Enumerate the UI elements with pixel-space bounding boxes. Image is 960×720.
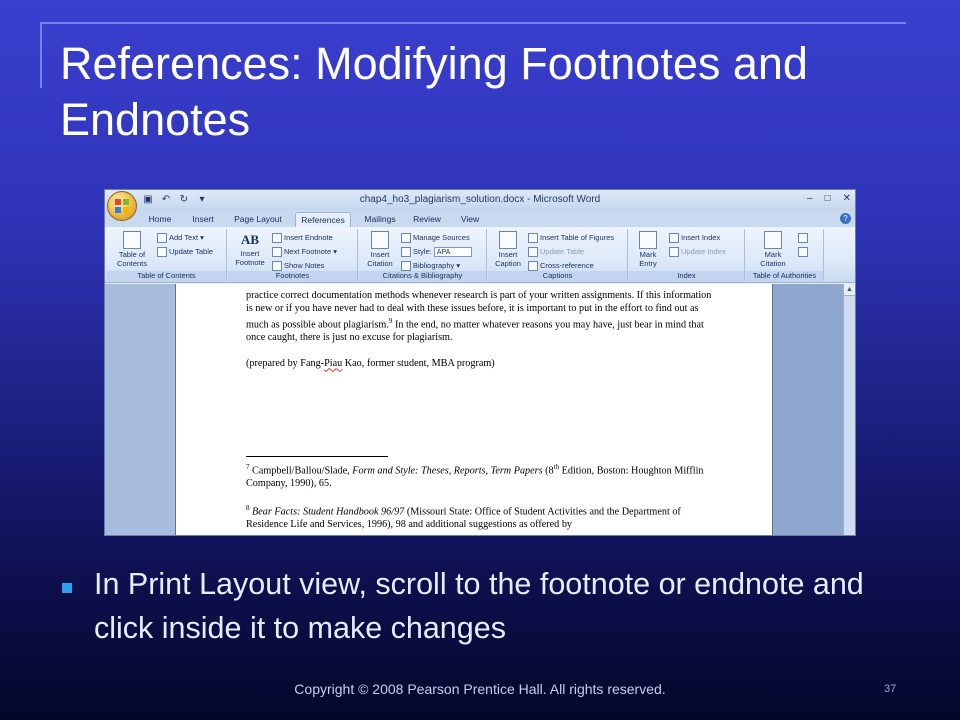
group-table-of-contents: Table of Contents Add Text ▾ Update Tabl… — [107, 229, 227, 281]
manage-sources-button[interactable]: Manage Sources — [401, 233, 470, 244]
group-label-captions: Captions — [488, 271, 627, 281]
bullet-marker — [62, 583, 72, 593]
scroll-up-icon[interactable]: ▲ — [844, 284, 855, 296]
office-logo-icon — [115, 199, 129, 213]
add-text-button[interactable]: Add Text ▾ — [157, 233, 204, 244]
group-label-footnotes: Footnotes — [228, 271, 357, 281]
style-selector[interactable]: Style: APA — [401, 247, 472, 258]
title-frame-left-line — [40, 22, 42, 88]
update-index-button[interactable]: Update Index — [669, 247, 726, 258]
next-footnote-icon — [272, 247, 282, 258]
title-frame-top-line — [40, 22, 906, 24]
slide-title: References: Modifying Footnotes and Endn… — [60, 38, 808, 145]
word-title-bar: ▣ ↶ ↻ ▾ chap4_ho3_plagiarism_solution.do… — [105, 190, 855, 210]
style-icon — [401, 247, 411, 258]
show-notes-button[interactable]: Show Notes — [272, 261, 324, 272]
slide-number: 37 — [884, 683, 897, 695]
document-page[interactable]: practice correct documentation methods w… — [175, 284, 773, 535]
insert-toa-icon — [798, 233, 808, 244]
mark-citation-icon — [764, 231, 782, 249]
insert-caption-icon — [499, 231, 517, 249]
minimize-icon[interactable]: – — [807, 193, 813, 204]
vertical-scrollbar[interactable]: ▲ — [843, 284, 855, 535]
group-label-authorities: Table of Authorities — [746, 271, 823, 281]
insert-endnote-icon — [272, 233, 282, 244]
tab-insert[interactable]: Insert — [187, 212, 219, 227]
cross-reference-button[interactable]: Cross-reference — [528, 261, 594, 272]
insert-endnote-button[interactable]: Insert Endnote — [272, 233, 333, 244]
maximize-icon[interactable]: □ — [825, 193, 831, 204]
insert-caption-button[interactable]: Insert Caption — [490, 231, 526, 268]
next-footnote-button[interactable]: Next Footnote ▾ — [272, 247, 337, 258]
toc-icon — [123, 231, 141, 249]
group-captions: Insert Caption Insert Table of Figures U… — [488, 229, 628, 281]
window-controls: – □ ✕ — [807, 193, 851, 204]
ribbon-tab-bar: Home Insert Page Layout References Maili… — [105, 210, 855, 227]
tab-review[interactable]: Review — [411, 212, 443, 227]
update-table-figures-button[interactable]: Update Table — [528, 247, 584, 258]
group-citations: Insert Citation Manage Sources Style: AP… — [359, 229, 487, 281]
group-table-of-authorities: Mark Citation Table of Authorities — [746, 229, 824, 281]
update-index-icon — [669, 247, 679, 258]
slide-footer: Copyright © 2008 Pearson Prentice Hall. … — [294, 681, 666, 697]
update-table-figures-icon — [528, 247, 538, 258]
window-title: chap4_ho3_plagiarism_solution.docx - Mic… — [359, 194, 601, 205]
insert-citation-button[interactable]: Insert Citation — [361, 231, 399, 268]
bibliography-icon — [401, 261, 411, 272]
footnote-separator — [246, 456, 388, 457]
tab-page-layout[interactable]: Page Layout — [229, 212, 287, 227]
word-screenshot: ▣ ↶ ↻ ▾ chap4_ho3_plagiarism_solution.do… — [104, 189, 856, 536]
bullet-text: In Print Layout view, scroll to the foot… — [94, 567, 864, 645]
document-area: practice correct documentation methods w… — [105, 284, 855, 535]
cross-reference-icon — [528, 261, 538, 272]
bibliography-button[interactable]: Bibliography ▾ — [401, 261, 460, 272]
add-text-icon — [157, 233, 167, 244]
insert-index-icon — [669, 233, 679, 244]
document-body[interactable]: practice correct documentation methods w… — [246, 289, 716, 383]
footnote-8[interactable]: 8 Bear Facts: Student Handbook 96/97 (Mi… — [246, 502, 716, 531]
mark-citation-button[interactable]: Mark Citation — [754, 231, 792, 268]
tab-references[interactable]: References — [295, 212, 351, 227]
footnote-ab-icon: AB — [240, 232, 260, 247]
group-footnotes: AB Insert Footnote Insert Endnote Next F… — [228, 229, 358, 281]
manage-sources-icon — [401, 233, 411, 244]
help-icon[interactable]: ? — [840, 213, 851, 224]
group-label-index: Index — [629, 271, 744, 281]
update-table-button[interactable]: Update Table — [157, 247, 213, 258]
insert-table-of-figures-button[interactable]: Insert Table of Figures — [528, 233, 614, 244]
update-toa-icon — [798, 247, 808, 258]
show-notes-icon — [272, 261, 282, 272]
mark-entry-icon — [639, 231, 657, 249]
tab-view[interactable]: View — [457, 212, 483, 227]
style-dropdown[interactable]: APA — [433, 247, 472, 258]
mark-entry-button[interactable]: Mark Entry — [631, 231, 665, 268]
group-label-citations: Citations & Bibliography — [359, 271, 486, 281]
insert-index-button[interactable]: Insert Index — [669, 233, 720, 244]
footnote-7[interactable]: 7 Campbell/Ballou/Slade, Form and Style:… — [246, 461, 716, 490]
update-table-icon — [157, 247, 167, 258]
ribbon: Table of Contents Add Text ▾ Update Tabl… — [105, 227, 855, 283]
insert-citation-icon — [371, 231, 389, 249]
document-margin-area — [105, 284, 175, 535]
insert-footnote-button[interactable]: AB Insert Footnote — [230, 231, 270, 267]
update-table-of-authorities-button[interactable] — [798, 247, 810, 258]
tab-home[interactable]: Home — [145, 212, 175, 227]
insert-table-of-authorities-button[interactable] — [798, 233, 810, 244]
group-label-toc: Table of Contents — [107, 271, 226, 281]
table-of-figures-icon — [528, 233, 538, 244]
group-index: Mark Entry Insert Index Update Index Ind… — [629, 229, 745, 281]
office-button[interactable] — [107, 191, 137, 221]
tab-mailings[interactable]: Mailings — [361, 212, 399, 227]
close-icon[interactable]: ✕ — [843, 193, 851, 204]
table-of-contents-button[interactable]: Table of Contents — [109, 231, 155, 268]
paragraph-2[interactable]: (prepared by Fang-Piau Kao, former stude… — [246, 357, 716, 370]
paragraph-1[interactable]: practice correct documentation methods w… — [246, 289, 716, 344]
